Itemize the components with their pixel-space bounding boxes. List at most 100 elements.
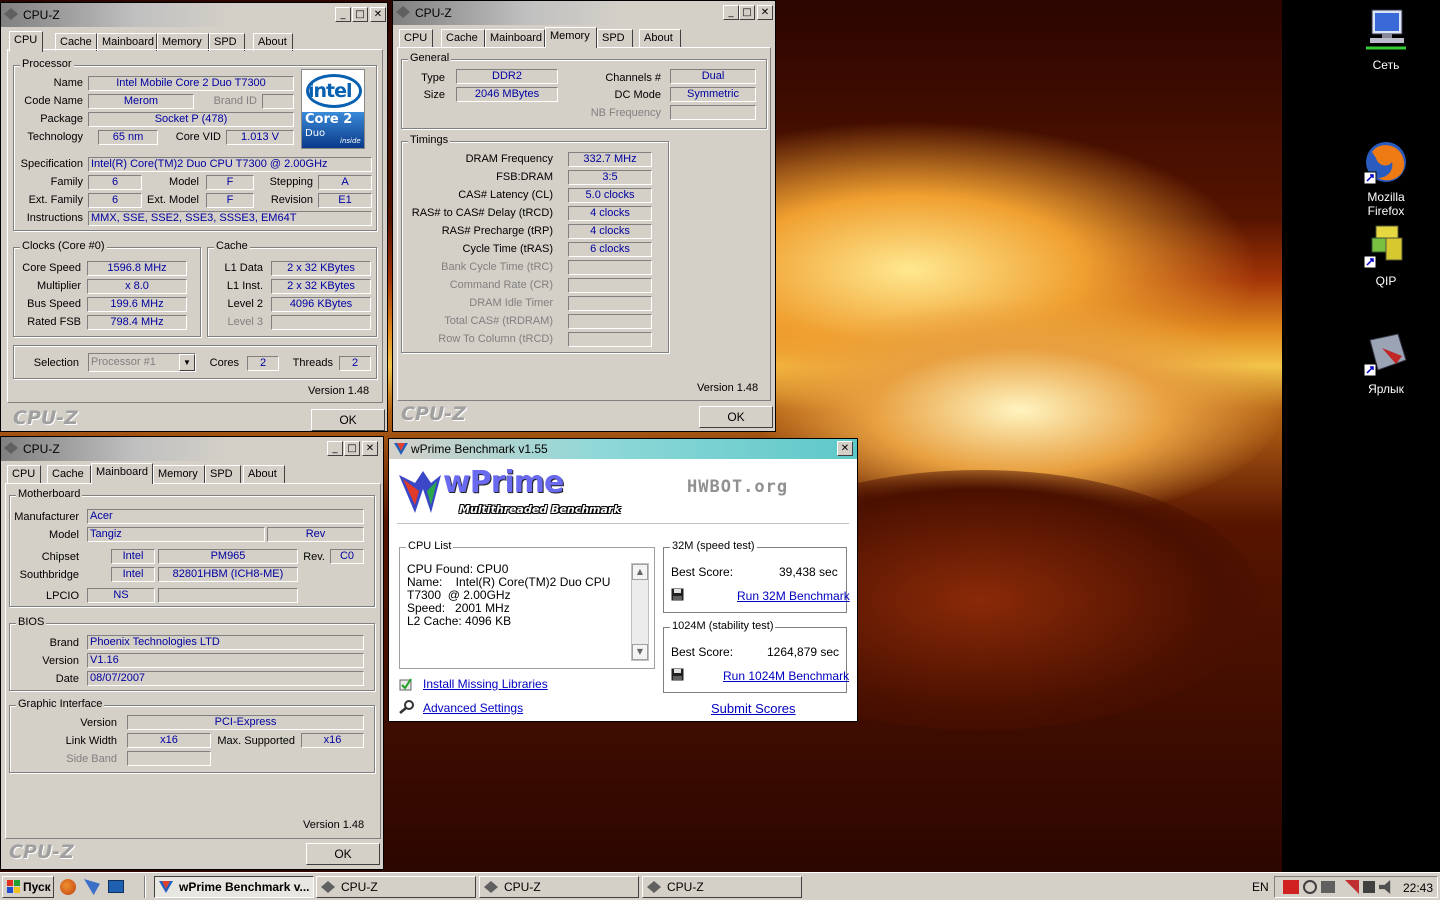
tab-cpu[interactable]: CPU bbox=[399, 29, 433, 47]
tab-strip: CPU Cache Mainboard Memory SPD About bbox=[5, 31, 383, 52]
language-indicator[interactable]: EN bbox=[1252, 880, 1269, 894]
taskbar-button-cpuz-3[interactable]: CPU-Z bbox=[642, 876, 802, 898]
close-button[interactable]: ✕ bbox=[757, 5, 773, 20]
desktop-icon-firefox[interactable]: Mozilla Firefox bbox=[1351, 110, 1421, 232]
tab-cache[interactable]: Cache bbox=[441, 29, 485, 47]
titlebar[interactable]: wPrime Benchmark v1.55 ✕ bbox=[389, 439, 857, 459]
close-button[interactable]: ✕ bbox=[362, 441, 378, 456]
maximize-button[interactable]: □ bbox=[344, 441, 360, 456]
windows-logo-icon bbox=[7, 880, 20, 893]
revision-value: E1 bbox=[318, 193, 372, 208]
quicklaunch-desktop-icon[interactable] bbox=[108, 880, 124, 893]
chevron-down-icon[interactable]: ▼ bbox=[179, 354, 195, 371]
package-value: Socket P (478) bbox=[88, 112, 294, 127]
submit-scores-link[interactable]: Submit Scores bbox=[711, 701, 796, 716]
clocks-group-title: Clocks (Core #0) bbox=[20, 240, 107, 252]
tab-memory[interactable]: Memory bbox=[545, 27, 597, 48]
model-value: F bbox=[206, 175, 254, 190]
tab-mainboard[interactable]: Mainboard bbox=[485, 29, 545, 47]
gi-version-label: Version bbox=[80, 717, 117, 729]
test1024-group: 1024M (stability test) bbox=[663, 620, 847, 693]
scroll-up-icon[interactable]: ▲ bbox=[632, 564, 648, 580]
install-missing-libraries-link[interactable]: Install Missing Libraries bbox=[423, 677, 548, 691]
l1data-label: L1 Data bbox=[224, 262, 263, 274]
desktop-icon-network[interactable]: Сеть bbox=[1351, 6, 1421, 72]
ok-button[interactable]: OK bbox=[699, 406, 773, 428]
minimize-button[interactable]: _ bbox=[335, 7, 351, 22]
timing-label: DRAM Idle Timer bbox=[469, 297, 553, 309]
timing-value: 4 clocks bbox=[568, 206, 652, 221]
cpuz-window-memory[interactable]: CPU-Z _ □ ✕ CPU Cache Mainboard Memory S… bbox=[392, 0, 776, 432]
tab-about[interactable]: About bbox=[243, 465, 285, 483]
selection-label: Selection bbox=[33, 357, 79, 369]
cores-label: Cores bbox=[209, 357, 239, 369]
tab-mainboard[interactable]: Mainboard bbox=[91, 463, 153, 484]
start-button[interactable]: Пуск bbox=[2, 876, 54, 898]
taskbar-button-wprime[interactable]: wPrime Benchmark v... bbox=[154, 876, 314, 898]
window-title: wPrime Benchmark v1.55 bbox=[411, 442, 548, 456]
timing-label: Row To Column (tRCD) bbox=[438, 333, 553, 345]
level3-label: Level 3 bbox=[227, 316, 263, 328]
tray-icon[interactable] bbox=[1303, 880, 1317, 894]
processor-select[interactable]: Processor #1 ▼ bbox=[88, 353, 196, 372]
minimize-button[interactable]: _ bbox=[327, 441, 343, 456]
desktop-icon-shortcut[interactable]: Ярлык bbox=[1351, 330, 1421, 396]
floppy-disk-icon bbox=[671, 588, 684, 601]
desktop-icon-qip[interactable]: QIP bbox=[1351, 222, 1421, 288]
ok-button[interactable]: OK bbox=[311, 409, 385, 431]
security-tray-icon[interactable] bbox=[1345, 880, 1359, 894]
cpuz-window-mainboard[interactable]: CPU-Z _ □ ✕ CPU Cache Mainboard Memory S… bbox=[0, 436, 384, 870]
busspeed-value: 199.6 MHz bbox=[87, 297, 187, 312]
close-button[interactable]: ✕ bbox=[837, 441, 853, 456]
ok-button[interactable]: OK bbox=[306, 843, 380, 865]
level2-label: Level 2 bbox=[227, 298, 263, 310]
bios-brand-value: Phoenix Technologies LTD bbox=[87, 635, 364, 650]
tab-about[interactable]: About bbox=[639, 29, 681, 47]
tab-cpu[interactable]: CPU bbox=[9, 31, 43, 52]
titlebar[interactable]: CPU-Z _ □ ✕ bbox=[393, 1, 775, 25]
tab-spd[interactable]: SPD bbox=[597, 29, 633, 47]
clock[interactable]: 22:43 bbox=[1403, 881, 1433, 895]
taskbar-button-cpuz-1[interactable]: CPU-Z bbox=[316, 876, 476, 898]
lpcio-vendor: NS bbox=[87, 588, 155, 603]
magnifier-icon bbox=[399, 700, 414, 714]
tab-cache[interactable]: Cache bbox=[47, 465, 91, 483]
cpu-list-scrollbar[interactable]: ▲ ▼ bbox=[631, 563, 649, 661]
tab-memory[interactable]: Memory bbox=[153, 465, 205, 483]
titlebar[interactable]: CPU-Z _ □ ✕ bbox=[1, 3, 387, 27]
corespeed-label: Core Speed bbox=[22, 262, 81, 274]
quicklaunch-firefox-icon[interactable] bbox=[60, 879, 76, 895]
extmodel-value: F bbox=[206, 193, 254, 208]
scroll-down-icon[interactable]: ▼ bbox=[632, 644, 648, 660]
timing-value bbox=[568, 260, 652, 275]
maximize-button[interactable]: □ bbox=[739, 5, 755, 20]
wprime-window[interactable]: wPrime Benchmark v1.55 ✕ wPrime Multithr… bbox=[388, 438, 858, 722]
run-32m-benchmark-link[interactable]: Run 32M Benchmark bbox=[737, 589, 850, 603]
run-1024m-benchmark-link[interactable]: Run 1024M Benchmark bbox=[723, 669, 849, 683]
family-label: Family bbox=[50, 176, 83, 188]
cpuz-window-cpu[interactable]: CPU-Z _ □ ✕ CPU Cache Mainboard Memory S… bbox=[0, 2, 388, 432]
wprime-logo-text: wPrime bbox=[443, 465, 564, 500]
minimize-button[interactable]: _ bbox=[723, 5, 739, 20]
size-label: Size bbox=[423, 89, 445, 101]
timing-value: 332.7 MHz bbox=[568, 152, 652, 167]
ati-tray-icon[interactable] bbox=[1283, 880, 1299, 894]
revision-label: Revision bbox=[270, 194, 313, 206]
model-rev-field: Rev bbox=[267, 527, 364, 542]
network-tray-icon[interactable] bbox=[1321, 881, 1335, 893]
cpuz-app-icon bbox=[396, 6, 410, 18]
close-button[interactable]: ✕ bbox=[370, 7, 386, 22]
volume-icon[interactable] bbox=[1379, 880, 1391, 894]
tab-cpu[interactable]: CPU bbox=[7, 465, 41, 483]
maximize-button[interactable]: □ bbox=[352, 7, 368, 22]
southbridge-model: 82801HBM (ICH8-ME) bbox=[158, 567, 298, 582]
general-group-title: General bbox=[408, 52, 452, 64]
wprime-subtitle: Multithreaded Benchmark bbox=[459, 503, 621, 516]
quicklaunch-ie-icon[interactable] bbox=[84, 879, 100, 895]
power-tray-icon[interactable] bbox=[1363, 881, 1375, 893]
tab-spd[interactable]: SPD bbox=[205, 465, 241, 483]
advanced-settings-link[interactable]: Advanced Settings bbox=[423, 701, 523, 715]
taskbar-button-cpuz-2[interactable]: CPU-Z bbox=[479, 876, 639, 898]
titlebar[interactable]: CPU-Z _ □ ✕ bbox=[1, 437, 383, 461]
corespeed-value: 1596.8 MHz bbox=[87, 261, 187, 276]
